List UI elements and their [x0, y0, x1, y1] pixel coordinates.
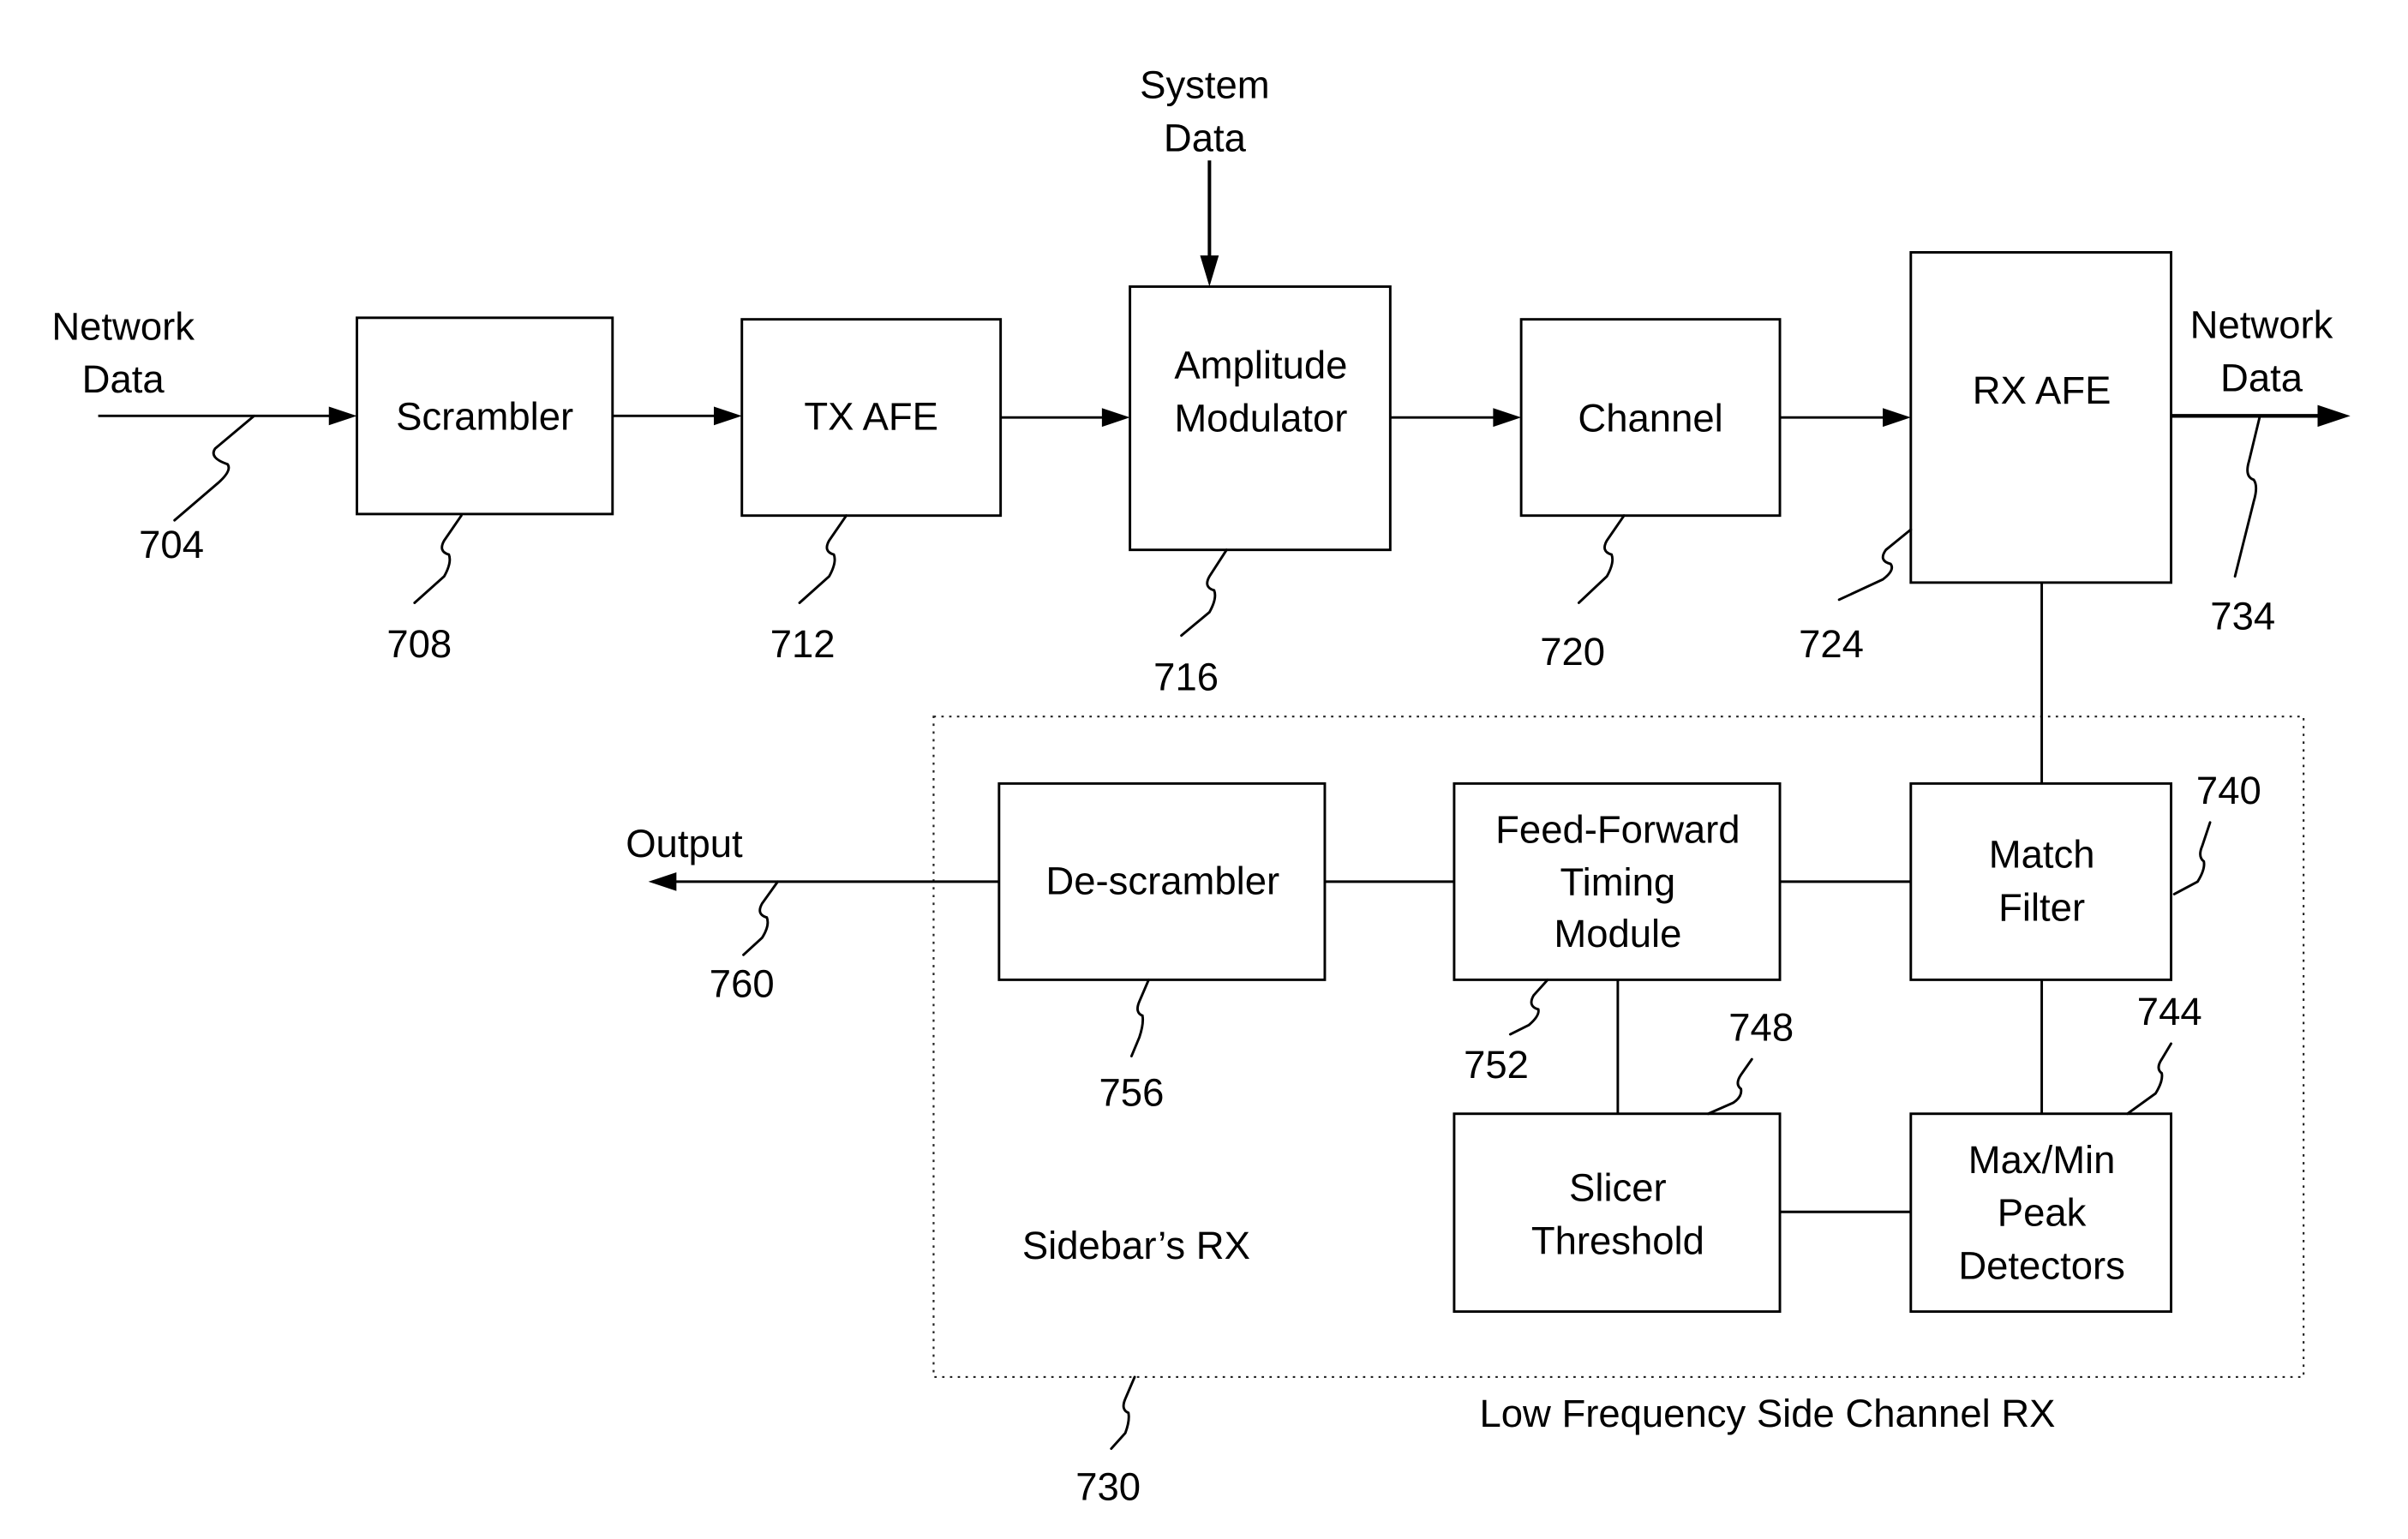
ref-760: 760 [710, 961, 775, 1005]
leader-760 [742, 880, 780, 956]
amplitude-modulator-label-line1: Amplitude [1174, 344, 1347, 387]
leader-708 [413, 514, 463, 604]
arrowhead-to-modulator [1101, 408, 1130, 428]
slicer-threshold-label-line1: Slicer [1569, 1166, 1667, 1210]
feed-forward-timing-label-line3: Module [1554, 912, 1681, 955]
ref-730: 730 [1075, 1465, 1141, 1509]
match-filter-label-line1: Match [1989, 833, 2095, 877]
leader-740 [2172, 821, 2212, 895]
ref-734: 734 [2210, 594, 2275, 638]
slicer-threshold-label-line2: Threshold [1531, 1219, 1704, 1262]
rx-afe-label: RX AFE [1973, 368, 2111, 412]
ref-752: 752 [1464, 1043, 1529, 1087]
ref-704: 704 [139, 523, 204, 566]
scrambler-label: Scrambler [396, 395, 573, 439]
peak-detectors-label-line1: Max/Min [1968, 1138, 2116, 1182]
arrowhead-system-data [1200, 255, 1219, 287]
leader-724 [1837, 528, 1913, 602]
arrowhead-to-channel [1493, 408, 1522, 428]
match-filter-label-line2: Filter [1998, 885, 2085, 929]
network-data-in-label-line1: Network [51, 304, 195, 348]
feed-forward-timing-label-line1: Feed-Forward [1495, 807, 1740, 851]
ref-756: 756 [1099, 1071, 1165, 1115]
arrowhead-network-data-out [2317, 404, 2351, 428]
match-filter-block [1909, 781, 2173, 981]
output-label: Output [626, 822, 743, 865]
slicer-threshold-block [1453, 1112, 1782, 1314]
leader-756 [1129, 978, 1150, 1057]
ref-748: 748 [1728, 1005, 1794, 1049]
arrowhead-output [648, 871, 677, 891]
arrowhead-to-scrambler [328, 406, 357, 426]
network-data-in-label-line2: Data [82, 357, 165, 401]
leader-712 [798, 514, 848, 604]
rx-afe-block [1909, 251, 2173, 584]
side-channel-rx-label: Low Frequency Side Channel RX [1479, 1392, 2055, 1435]
system-data-label-line1: System [1140, 63, 1270, 107]
tx-afe-label: TX AFE [804, 395, 938, 439]
amplitude-modulator-label-line2: Modulator [1174, 397, 1347, 440]
leader-734 [2233, 414, 2261, 578]
leader-744 [2126, 1042, 2173, 1116]
sidebars-rx-label: Sidebar’s RX [1022, 1224, 1250, 1267]
leader-720 [1577, 514, 1626, 604]
ref-724: 724 [1799, 622, 1864, 666]
ref-712: 712 [770, 622, 836, 666]
leader-748 [1706, 1057, 1753, 1116]
leader-730 [1110, 1375, 1136, 1451]
leader-704 [173, 414, 255, 522]
channel-label: Channel [1578, 397, 1722, 440]
descrambler-label: De-scrambler [1045, 859, 1279, 902]
leader-716 [1180, 548, 1228, 638]
network-data-out-label-line2: Data [2220, 356, 2303, 399]
ref-720: 720 [1540, 630, 1605, 674]
peak-detectors-label-line2: Peak [1998, 1191, 2087, 1235]
system-data-label-line2: Data [1164, 116, 1247, 159]
ref-708: 708 [386, 622, 452, 666]
ref-744: 744 [2137, 990, 2202, 1033]
block-diagram: Scrambler TX AFE Amplitude Modulator Cha… [51, 63, 2351, 1509]
arrowhead-to-rx-afe [1883, 408, 1911, 428]
ref-716: 716 [1153, 655, 1219, 698]
leader-752 [1508, 978, 1549, 1036]
feed-forward-timing-label-line2: Timing [1560, 860, 1676, 904]
network-data-out-label-line1: Network [2190, 302, 2333, 346]
peak-detectors-label-line3: Detectors [1958, 1243, 2125, 1287]
ref-740: 740 [2196, 769, 2261, 812]
arrowhead-to-tx-afe [713, 406, 742, 426]
